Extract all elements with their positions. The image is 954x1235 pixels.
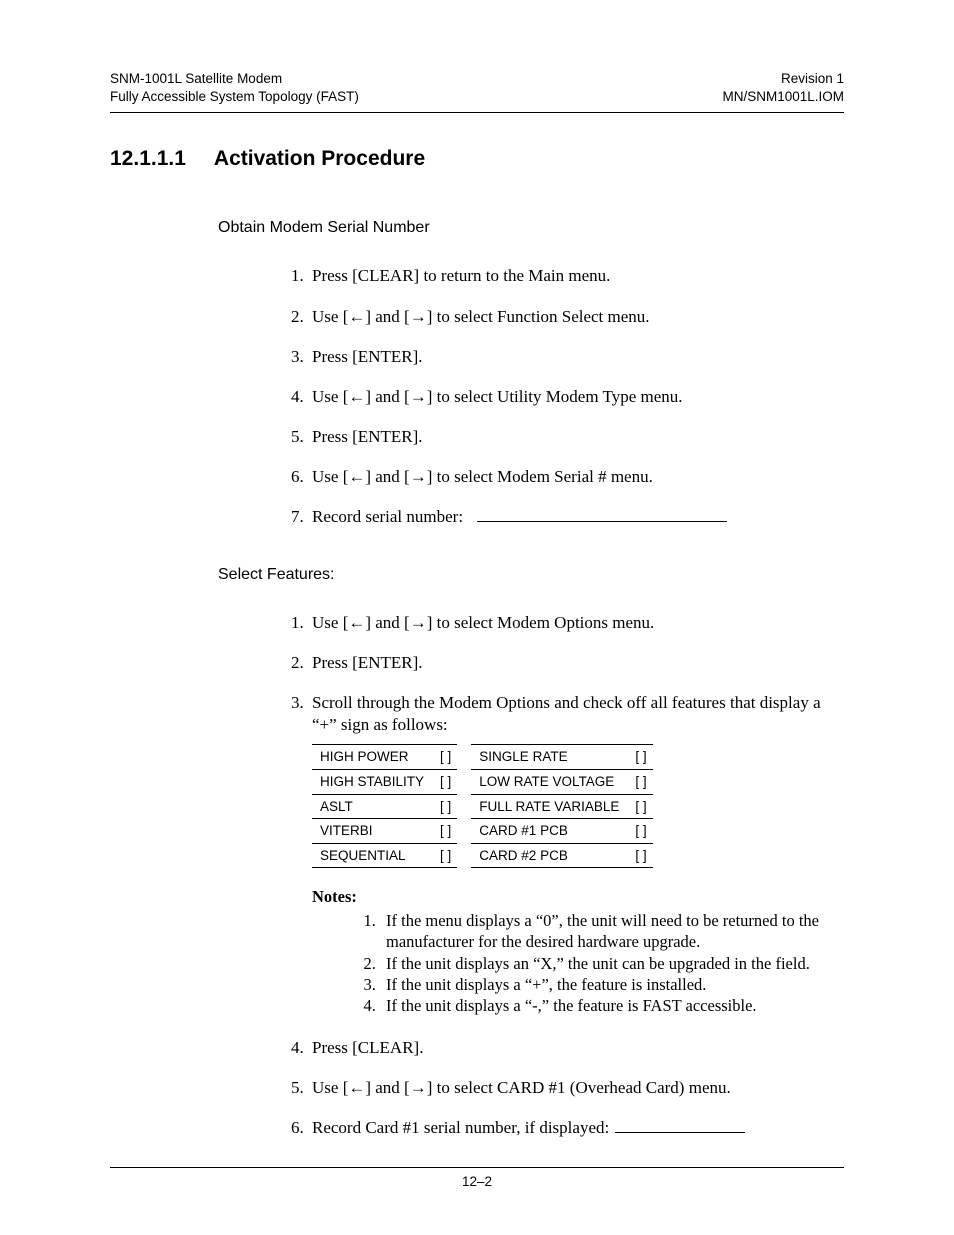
table-gap (457, 745, 471, 770)
feature-checkbox[interactable]: [ ] (629, 819, 652, 844)
step: Press [ENTER]. (308, 652, 844, 674)
card1-serial-blank[interactable] (615, 1132, 745, 1133)
table-gap (457, 770, 471, 795)
table-row: HIGH POWER [ ] SINGLE RATE [ ] (312, 745, 653, 770)
notes-block: Notes: If the menu displays a “0”, the u… (312, 886, 844, 1017)
feature-checkbox[interactable]: [ ] (629, 770, 652, 795)
table-row: ASLT [ ] FULL RATE VARIABLE [ ] (312, 794, 653, 819)
page: SNM-1001L Satellite Modem Fully Accessib… (0, 0, 954, 1235)
feature-name: VITERBI (312, 819, 434, 844)
note-item: If the unit displays an “X,” the unit ca… (380, 953, 844, 974)
section-number: 12.1.1.1 (110, 147, 186, 171)
step: Press [ENTER]. (308, 426, 844, 448)
step: Use [←] and [→] to select Modem Options … (308, 612, 844, 634)
feature-checkbox[interactable]: [ ] (434, 843, 457, 868)
step: Use [←] and [→] to select Modem Serial #… (308, 466, 844, 488)
section-heading: 12.1.1.1 Activation Procedure (110, 147, 844, 171)
table-row: SEQUENTIAL [ ] CARD #2 PCB [ ] (312, 843, 653, 868)
features-table: HIGH POWER [ ] SINGLE RATE [ ] HIGH STAB… (312, 744, 653, 868)
step: Press [ENTER]. (308, 346, 844, 368)
header-product: SNM-1001L Satellite Modem (110, 70, 359, 88)
step: Press [CLEAR]. (308, 1037, 844, 1059)
steps-obtain-serial: Press [CLEAR] to return to the Main menu… (274, 265, 844, 528)
page-number: 12–2 (462, 1174, 492, 1189)
table-row: VITERBI [ ] CARD #1 PCB [ ] (312, 819, 653, 844)
feature-checkbox[interactable]: [ ] (629, 843, 652, 868)
step-text: Record Card #1 serial number, if display… (312, 1118, 609, 1137)
steps-select-features: Use [←] and [→] to select Modem Options … (274, 612, 844, 1139)
subheading-obtain-serial: Obtain Modem Serial Number (218, 219, 844, 237)
header-revision: Revision 1 (722, 70, 844, 88)
step: Press [CLEAR] to return to the Main menu… (308, 265, 844, 287)
feature-checkbox[interactable]: [ ] (629, 745, 652, 770)
table-gap (457, 819, 471, 844)
step-text: Scroll through the Modem Options and che… (312, 693, 821, 734)
feature-name: LOW RATE VOLTAGE (471, 770, 629, 795)
subheading-select-features: Select Features: (218, 566, 844, 584)
page-footer: 12–2 (110, 1167, 844, 1189)
feature-name: HIGH STABILITY (312, 770, 434, 795)
feature-checkbox[interactable]: [ ] (434, 745, 457, 770)
step: Use [←] and [→] to select Utility Modem … (308, 386, 844, 408)
feature-name: CARD #2 PCB (471, 843, 629, 868)
table-row: HIGH STABILITY [ ] LOW RATE VOLTAGE [ ] (312, 770, 653, 795)
header-docid: MN/SNM1001L.IOM (722, 88, 844, 106)
table-gap (457, 843, 471, 868)
note-item: If the unit displays a “+”, the feature … (380, 974, 844, 995)
feature-name: FULL RATE VARIABLE (471, 794, 629, 819)
feature-checkbox[interactable]: [ ] (434, 794, 457, 819)
feature-name: ASLT (312, 794, 434, 819)
step-record-serial: Record serial number: (308, 506, 844, 528)
header-subtitle: Fully Accessible System Topology (FAST) (110, 88, 359, 106)
note-item: If the menu displays a “0”, the unit wil… (380, 910, 844, 953)
header-left: SNM-1001L Satellite Modem Fully Accessib… (110, 70, 359, 106)
feature-checkbox[interactable]: [ ] (434, 819, 457, 844)
page-header: SNM-1001L Satellite Modem Fully Accessib… (110, 70, 844, 113)
section-title: Activation Procedure (214, 147, 425, 171)
header-right: Revision 1 MN/SNM1001L.IOM (722, 70, 844, 106)
table-gap (457, 794, 471, 819)
step-text: Record serial number: (312, 507, 463, 526)
feature-name: SINGLE RATE (471, 745, 629, 770)
step-record-card1: Record Card #1 serial number, if display… (308, 1117, 844, 1139)
note-item: If the unit displays a “-,” the feature … (380, 995, 844, 1016)
serial-number-blank[interactable] (477, 521, 727, 522)
notes-title: Notes: (312, 886, 844, 907)
notes-list: If the menu displays a “0”, the unit wil… (352, 910, 844, 1017)
feature-checkbox[interactable]: [ ] (434, 770, 457, 795)
step: Scroll through the Modem Options and che… (308, 692, 844, 1017)
step: Use [←] and [→] to select CARD #1 (Overh… (308, 1077, 844, 1099)
feature-name: SEQUENTIAL (312, 843, 434, 868)
feature-checkbox[interactable]: [ ] (629, 794, 652, 819)
step: Use [←] and [→] to select Function Selec… (308, 306, 844, 328)
feature-name: HIGH POWER (312, 745, 434, 770)
feature-name: CARD #1 PCB (471, 819, 629, 844)
